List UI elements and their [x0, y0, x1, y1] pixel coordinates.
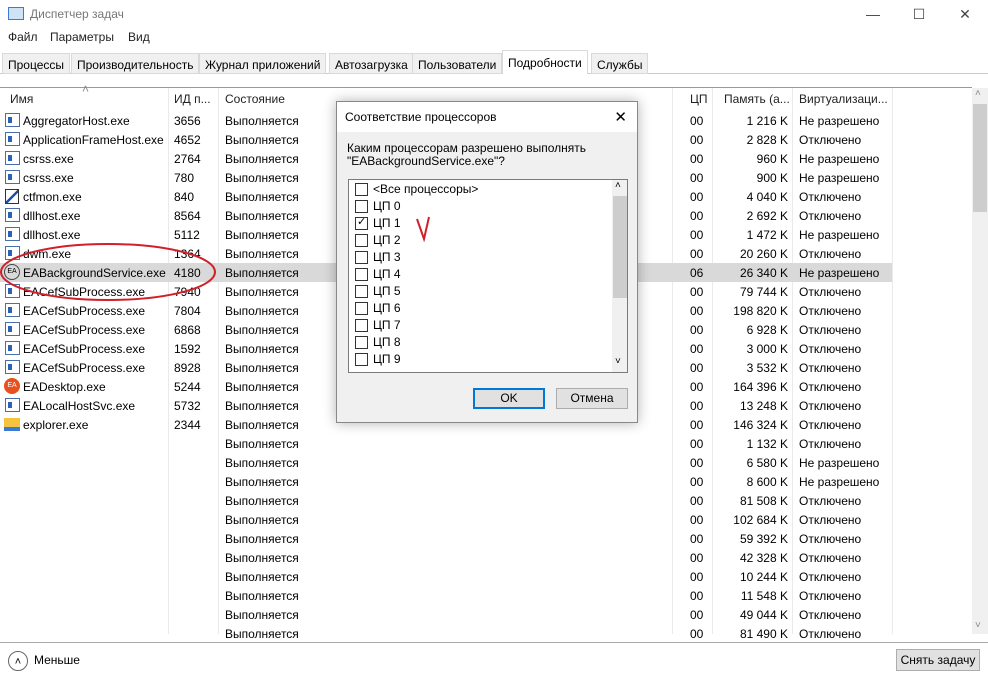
checkbox[interactable]	[355, 302, 368, 316]
processor-label: ЦП 2	[373, 233, 401, 247]
processor-label: ЦП 3	[373, 250, 401, 264]
processor-item[interactable]: ✓ ЦП 1	[355, 216, 401, 233]
checkbox[interactable]	[355, 353, 368, 367]
processor-label: <Все процессоры>	[373, 182, 479, 196]
processor-affinity-dialog: Соответствие процессоров ✕ Каким процесс…	[336, 101, 638, 423]
processor-item[interactable]: ЦП 3	[355, 250, 401, 267]
processor-item[interactable]: ЦП 0	[355, 199, 401, 216]
processor-item[interactable]: ЦП 7	[355, 318, 401, 335]
processor-item[interactable]: ЦП 4	[355, 267, 401, 284]
cancel-button[interactable]: Отмена	[556, 388, 628, 409]
processor-item[interactable]: ЦП 5	[355, 284, 401, 301]
checkbox[interactable]: ✓	[355, 216, 368, 231]
processor-list: ˄ ˅ <Все процессоры> ЦП 0 ✓ ЦП 1 ЦП 2 ЦП 3 ЦП …	[348, 179, 628, 373]
dialog-question: Каким процессорам разрешено выполнять	[347, 141, 586, 155]
checkbox[interactable]	[355, 268, 368, 282]
checkbox[interactable]	[355, 319, 368, 333]
red-checkmark-annotation	[416, 216, 430, 242]
dialog-process-name: "EABackgroundService.exe"?	[347, 154, 505, 168]
processor-label: ЦП 9	[373, 352, 401, 366]
footer: ˄ Меньше Снять задачу	[0, 642, 988, 686]
dialog-close-button[interactable]: ✕	[614, 108, 627, 126]
processor-item[interactable]: <Все процессоры>	[355, 182, 478, 199]
list-scroll-up-icon[interactable]: ˄	[615, 180, 621, 191]
dialog-title: Соответствие процессоров	[345, 110, 497, 124]
ok-button[interactable]: OK	[473, 388, 545, 409]
checkbox[interactable]	[355, 234, 368, 248]
processor-label: ЦП 0	[373, 199, 401, 213]
checkbox[interactable]	[355, 251, 368, 265]
list-scrollbar-thumb[interactable]	[613, 196, 627, 298]
checkbox[interactable]	[355, 285, 368, 299]
fewer-details-link[interactable]: Меньше	[34, 653, 80, 667]
processor-label: ЦП 1	[373, 216, 401, 230]
red-circle-annotation	[0, 243, 216, 301]
checkbox[interactable]	[355, 200, 368, 214]
end-task-button[interactable]: Снять задачу	[896, 649, 980, 671]
check-icon: ✓	[357, 216, 367, 229]
processor-label: ЦП 7	[373, 318, 401, 332]
processor-item[interactable]: ЦП 8	[355, 335, 401, 352]
processor-item[interactable]: ЦП 9	[355, 352, 401, 369]
processor-label: ЦП 4	[373, 267, 401, 281]
list-scroll-down-icon[interactable]: ˅	[615, 356, 621, 367]
checkbox[interactable]	[355, 336, 368, 350]
processor-label: ЦП 5	[373, 284, 401, 298]
processor-label: ЦП 6	[373, 301, 401, 315]
processor-label: ЦП 8	[373, 335, 401, 349]
processor-item[interactable]: ЦП 2	[355, 233, 401, 250]
checkbox[interactable]	[355, 183, 368, 197]
list-scrollbar[interactable]: ˄ ˅	[612, 180, 627, 372]
chevron-up-icon[interactable]: ˄	[8, 651, 28, 671]
processor-item[interactable]: ЦП 6	[355, 301, 401, 318]
